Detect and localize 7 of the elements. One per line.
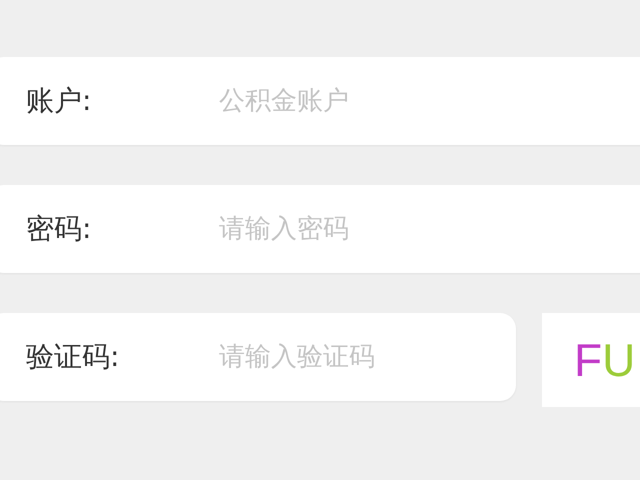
input-field[interactable]: 请输入密码 bbox=[217, 213, 640, 245]
field-label: 密码: bbox=[26, 211, 92, 247]
input-field[interactable]: 请输入验证码 bbox=[217, 341, 516, 373]
field-label: 验证码: bbox=[26, 339, 120, 375]
field-label: 账户: bbox=[26, 83, 92, 119]
captcha-image[interactable]: FU bbox=[542, 313, 640, 407]
input-field[interactable]: 公积金账户 bbox=[217, 85, 640, 117]
